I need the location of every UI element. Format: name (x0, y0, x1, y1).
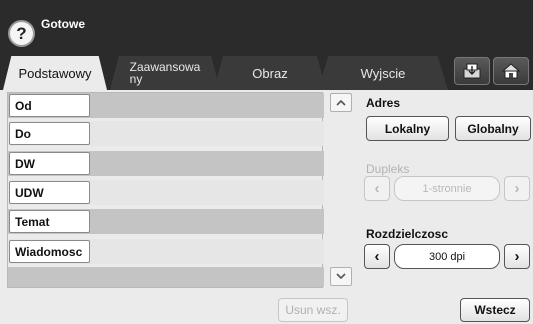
tab-label: Podstawowy (18, 65, 92, 81)
to-button[interactable]: Do (9, 122, 90, 145)
home-icon (501, 63, 521, 79)
resolution-label: Rozdzielczosc (366, 227, 449, 241)
main-panel: Od Do DW UDW Temat Wiadomosc Usun wsz. A… (0, 90, 533, 324)
list-item: Wiadomosc (8, 239, 324, 264)
duplex-prev-button[interactable]: ‹ (364, 176, 390, 201)
tab-label: Obraz (252, 65, 288, 81)
list-item: Od (8, 93, 324, 118)
tab-podstawowy[interactable]: Podstawowy (3, 56, 107, 90)
tab-obraz[interactable]: Obraz (214, 56, 326, 90)
scroll-up-button[interactable] (330, 93, 352, 112)
chevron-down-icon (336, 273, 346, 280)
duplex-value: 1-stronnie (394, 176, 500, 201)
job-status-icon (463, 63, 481, 79)
local-button[interactable]: Lokalny (366, 116, 449, 141)
tab-wyjscie[interactable]: Wyjscie (318, 56, 448, 90)
tab-label: Zaawansowa ny (129, 60, 201, 86)
list-item: UDW (8, 180, 324, 205)
address-label: Adres (366, 96, 401, 110)
bcc-button[interactable]: UDW (9, 181, 90, 204)
resolution-prev-button[interactable]: ‹ (364, 244, 390, 269)
home-button[interactable] (493, 57, 529, 85)
title-bar: ? Gotowe (0, 0, 533, 52)
back-button[interactable]: Wstecz (460, 298, 530, 322)
list-item: Temat (8, 209, 324, 234)
duplex-selector: ‹ 1-stronnie › (364, 176, 530, 201)
from-button[interactable]: Od (9, 94, 90, 117)
recipient-list: Od Do DW UDW Temat Wiadomosc (7, 92, 324, 288)
duplex-next-button[interactable]: › (504, 176, 530, 201)
status-text: Gotowe (41, 17, 85, 31)
subject-button[interactable]: Temat (9, 210, 90, 233)
resolution-selector: ‹ 300 dpi › (364, 244, 530, 269)
duplex-label: Dupleks (366, 162, 410, 176)
list-item: Do (8, 121, 324, 146)
list-item: DW (8, 151, 324, 176)
list-empty-row (8, 267, 324, 287)
global-button[interactable]: Globalny (455, 116, 531, 141)
cc-button[interactable]: DW (9, 152, 90, 175)
tab-zaawansowany[interactable]: Zaawansowa ny (110, 56, 220, 90)
help-button[interactable]: ? (8, 20, 35, 47)
resolution-next-button[interactable]: › (504, 244, 530, 269)
clear-all-button[interactable]: Usun wsz. (278, 298, 348, 322)
scroll-down-button[interactable] (330, 267, 352, 286)
resolution-value: 300 dpi (394, 244, 500, 269)
tab-label: Wyjscie (360, 65, 406, 81)
job-status-button[interactable] (454, 57, 490, 85)
chevron-up-icon (336, 99, 346, 106)
message-button[interactable]: Wiadomosc (9, 240, 90, 263)
